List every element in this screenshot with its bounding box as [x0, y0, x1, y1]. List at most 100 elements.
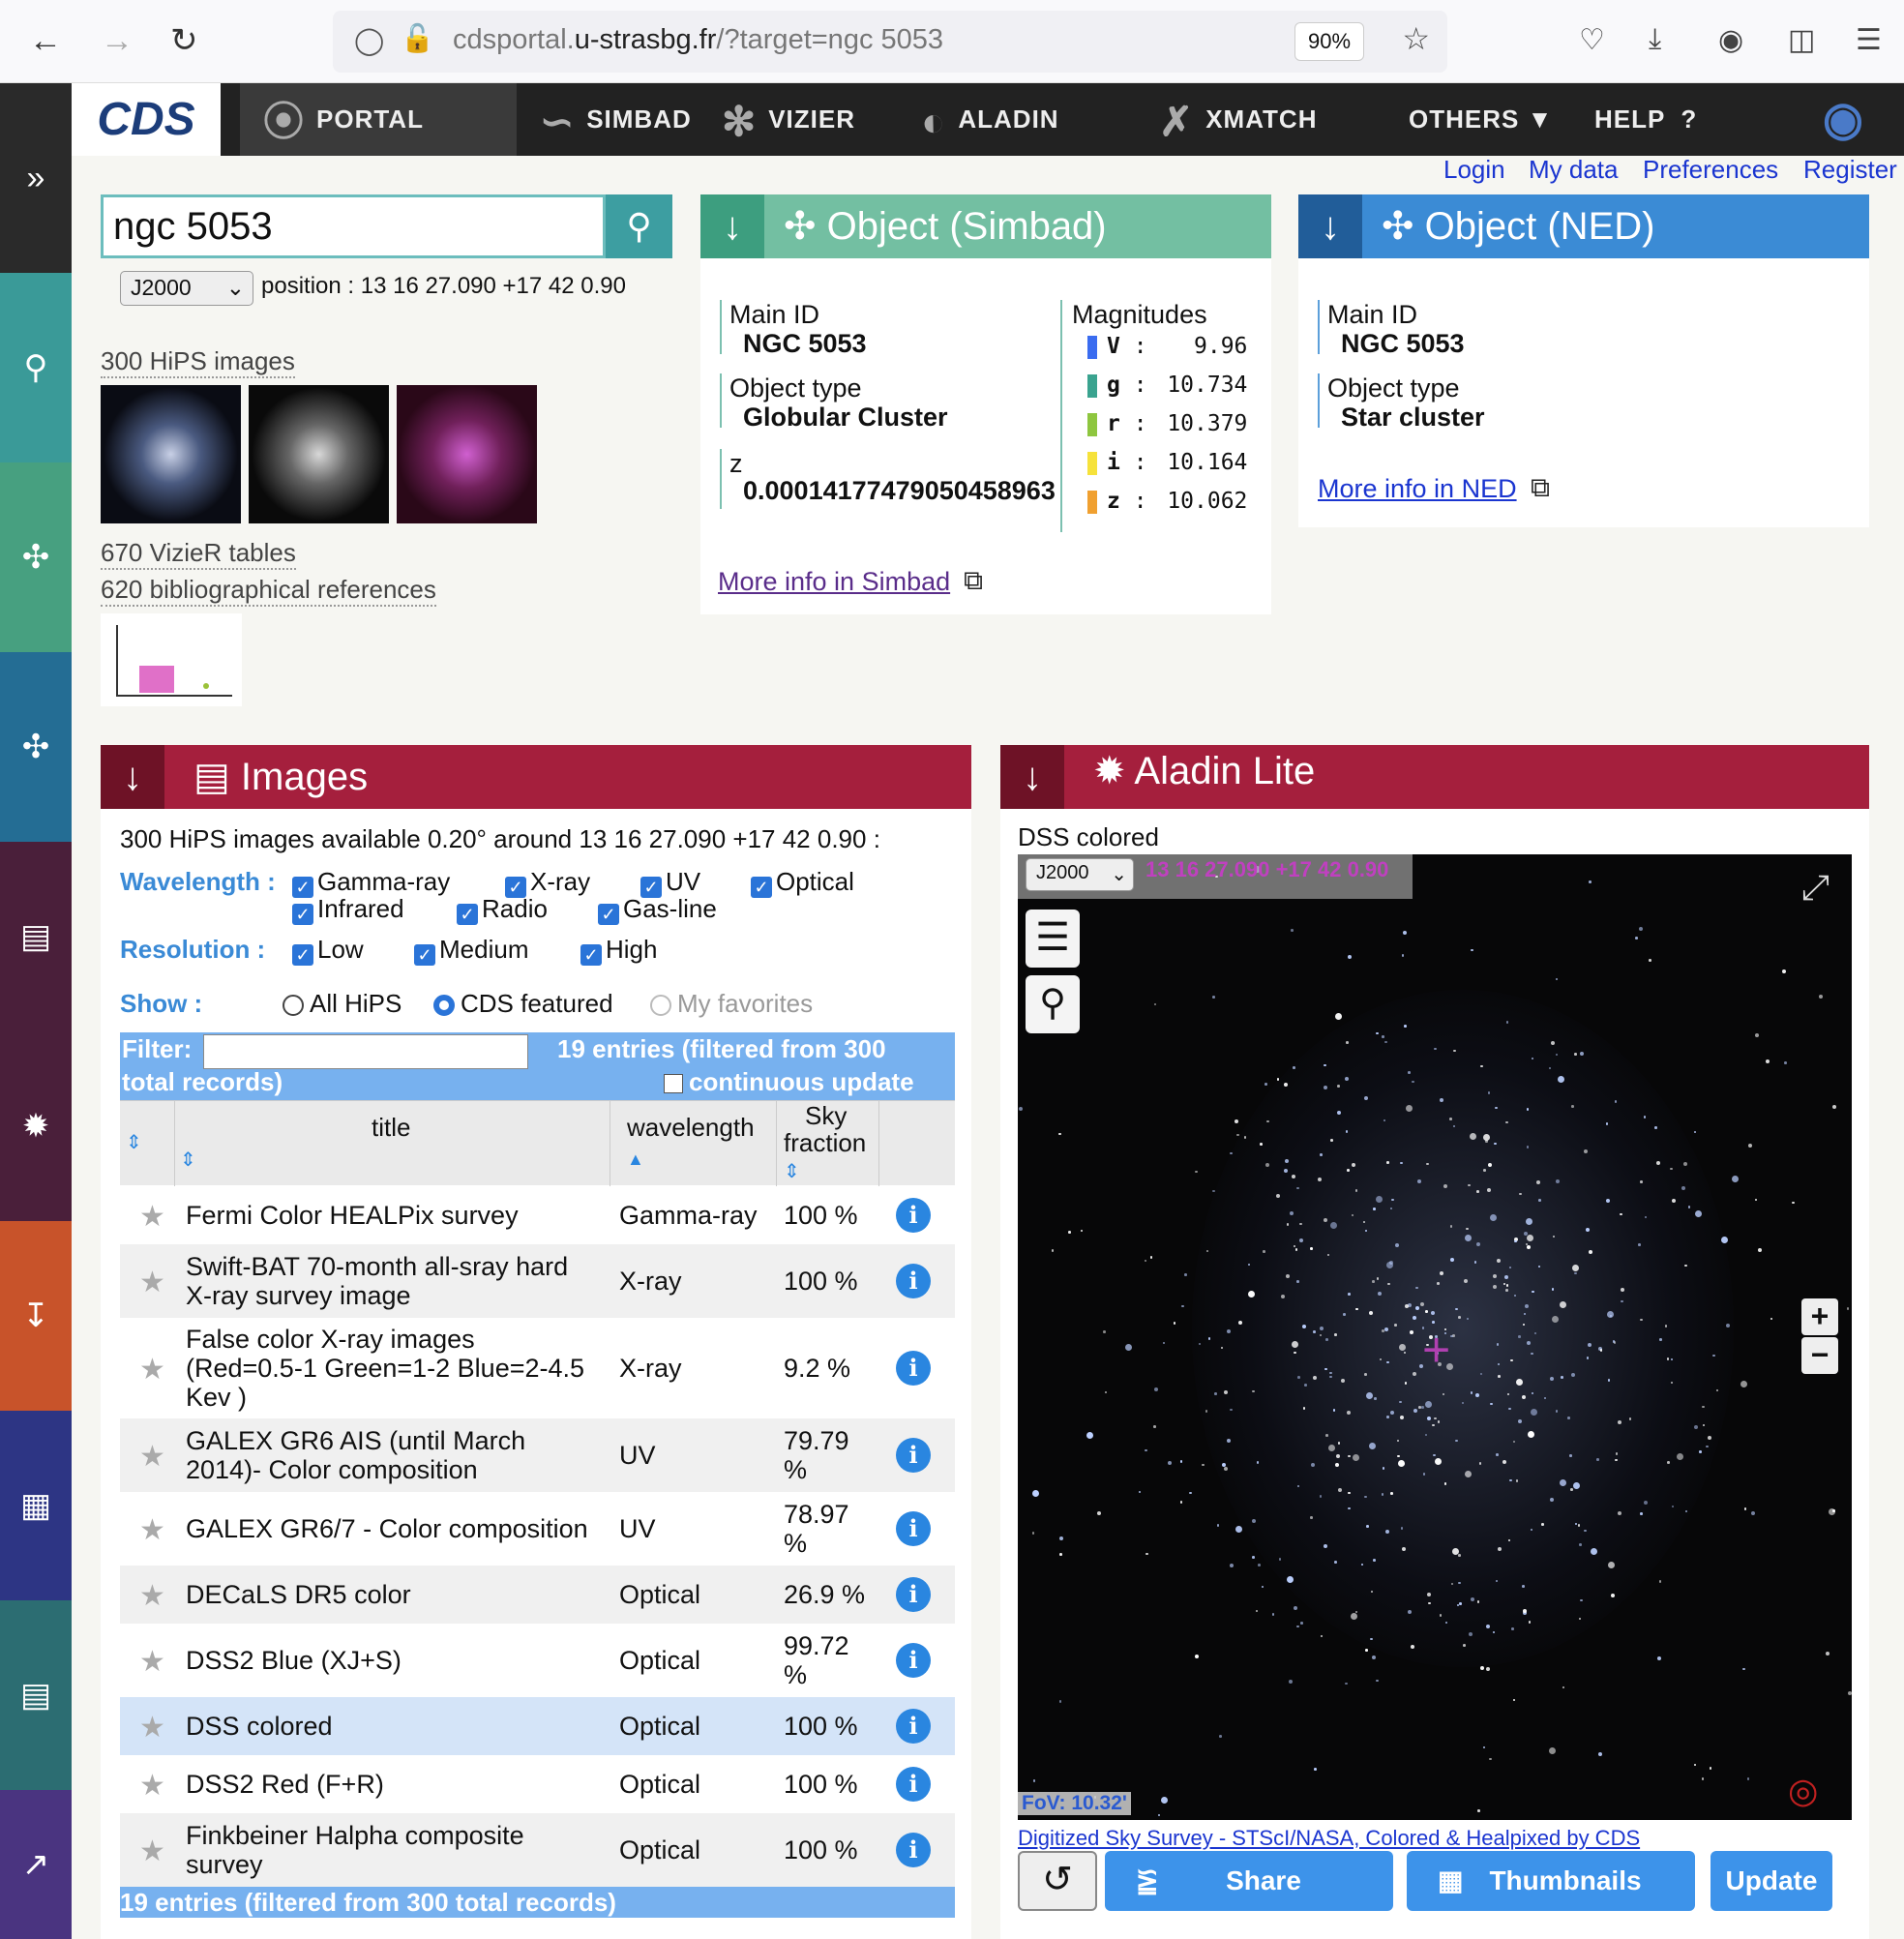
simbad-header[interactable]: ↓ ✣ Object (Simbad): [700, 194, 1271, 258]
continuous-update-checkbox[interactable]: continuous update: [664, 1067, 914, 1097]
ned-header[interactable]: ↓ ✣ Object (NED): [1298, 194, 1869, 258]
biblio-plot-thumbnail[interactable]: [101, 613, 242, 706]
target-search-input[interactable]: ngc 5053: [101, 194, 606, 258]
info-icon[interactable]: i: [896, 1511, 931, 1546]
pocket-icon[interactable]: ♡: [1579, 23, 1605, 57]
col-wavelength[interactable]: wavelength: [627, 1113, 755, 1143]
table-row[interactable]: ★ DSS colored Optical 100 % i: [120, 1697, 955, 1755]
zoom-badge[interactable]: 90%: [1294, 22, 1364, 61]
images-header[interactable]: ↓ ▤ Images: [101, 745, 971, 809]
back-icon[interactable]: ←: [29, 21, 62, 60]
arrow-down-icon[interactable]: ↓: [1298, 194, 1362, 258]
insecure-lock-icon[interactable]: 🔓: [401, 22, 434, 54]
sidebar-simbad-icon[interactable]: ✣: [0, 462, 72, 652]
register-link[interactable]: Register: [1803, 155, 1897, 185]
favorite-star-icon[interactable]: ★: [139, 1513, 165, 1547]
info-icon[interactable]: i: [896, 1264, 931, 1298]
forward-icon[interactable]: →: [101, 21, 134, 60]
sort-icon[interactable]: ⇕: [180, 1148, 196, 1172]
info-icon[interactable]: i: [896, 1833, 931, 1867]
info-icon[interactable]: i: [896, 1767, 931, 1802]
table-row[interactable]: ★ False color X-ray images (Red=0.5-1 Gree…: [120, 1318, 955, 1418]
table-row[interactable]: ★ GALEX GR6/7 - Color composition UV 78.97%…: [120, 1492, 955, 1566]
menu-icon[interactable]: ☰: [1856, 23, 1882, 57]
layers-icon[interactable]: ☰: [1026, 910, 1080, 968]
extensions-icon[interactable]: ◫: [1788, 23, 1815, 57]
nav-aladin[interactable]: ◐ ALADIN: [921, 83, 1059, 156]
table-row[interactable]: ★ DSS2 Blue (XJ+S) Optical 99.72% i: [120, 1624, 955, 1697]
info-icon[interactable]: i: [896, 1577, 931, 1612]
aladin-search-icon[interactable]: ⚲: [1026, 975, 1080, 1033]
hips-count[interactable]: 300 HiPS images: [101, 346, 295, 378]
survey-credit-link[interactable]: Digitized Sky Survey - STScI/NASA, Color…: [1018, 1826, 1640, 1851]
sidebar-book-icon[interactable]: ▤: [0, 1600, 72, 1790]
sidebar-ned-icon[interactable]: ✣: [0, 652, 72, 842]
favorite-star-icon[interactable]: ★: [139, 1266, 165, 1299]
sidebar-images-icon[interactable]: ▤: [0, 842, 72, 1031]
arrow-down-icon[interactable]: ↓: [700, 194, 764, 258]
reload-icon[interactable]: ↻: [170, 21, 198, 60]
biblio-count[interactable]: 620 bibliographical references: [101, 575, 436, 607]
thumbnails-button[interactable]: ▦ Thumbnails: [1407, 1851, 1695, 1911]
aladin-frame-select[interactable]: J2000 ⌄: [1026, 858, 1134, 891]
hips-thumbnail[interactable]: [397, 385, 537, 523]
aladin-header[interactable]: ↓ ✹ Aladin Lite: [1000, 745, 1869, 809]
radio-my-favorites[interactable]: My favorites: [650, 989, 813, 1019]
reset-view-button[interactable]: ↺: [1018, 1851, 1097, 1911]
nav-portal[interactable]: ⦿ PORTAL: [240, 83, 517, 156]
checkbox-high[interactable]: ✓ High: [580, 935, 657, 966]
table-row[interactable]: ★ Fermi Color HEALPix survey Gamma-ray 100 …: [120, 1186, 955, 1244]
sidebar-aladin-icon[interactable]: ✹: [0, 1031, 72, 1221]
sidebar-table-icon[interactable]: ▦: [0, 1411, 72, 1600]
nav-others[interactable]: OTHERS ▼: [1409, 83, 1553, 156]
col-sky[interactable]: Sky: [805, 1101, 847, 1131]
radio-all-hips[interactable]: All HiPS: [283, 989, 402, 1019]
info-icon[interactable]: i: [896, 1351, 931, 1386]
nav-help[interactable]: HELP ?: [1594, 83, 1697, 156]
zoom-in-button[interactable]: +: [1801, 1298, 1838, 1335]
radio-cds-featured[interactable]: CDS featured: [433, 989, 613, 1019]
checkbox-medium[interactable]: ✓ Medium: [414, 935, 528, 966]
favorite-star-icon[interactable]: ★: [139, 1711, 165, 1745]
sidebar-search-icon[interactable]: ⚲: [0, 273, 72, 462]
favorite-star-icon[interactable]: ★: [139, 1579, 165, 1613]
external-link-icon[interactable]: ⧉: [964, 565, 983, 597]
vizier-count[interactable]: 670 VizieR tables: [101, 538, 296, 570]
sidebar-sort-icon[interactable]: ↧: [0, 1221, 72, 1411]
sort-icon[interactable]: ⇕: [784, 1159, 800, 1183]
cds-logo[interactable]: CDS: [72, 83, 221, 156]
sort-up-icon[interactable]: ▲: [627, 1149, 644, 1170]
arrow-down-icon[interactable]: ↓: [101, 745, 164, 809]
portal-galaxy-icon[interactable]: ◉: [1823, 83, 1864, 156]
hips-thumbnail[interactable]: [101, 385, 241, 523]
checkbox-low[interactable]: ✓ Low: [292, 935, 364, 966]
share-button[interactable]: ⪠ Share: [1105, 1851, 1393, 1911]
info-icon[interactable]: i: [896, 1709, 931, 1744]
ned-more-link[interactable]: More info in NED: [1318, 474, 1517, 504]
aladin-logo-icon[interactable]: ◎: [1788, 1771, 1818, 1811]
nav-vizier[interactable]: ✻ VIZIER: [722, 83, 855, 156]
bookmark-star-icon[interactable]: ☆: [1402, 20, 1430, 57]
fullscreen-icon[interactable]: ⤢: [1801, 867, 1830, 909]
expand-sidebar-icon[interactable]: »: [0, 83, 72, 273]
table-row[interactable]: ★ DECaLS DR5 color Optical 26.9 % i: [120, 1566, 955, 1624]
sort-icon[interactable]: ⇕: [126, 1130, 142, 1154]
checkbox-gas-line[interactable]: ✓ Gas-line: [598, 894, 717, 925]
info-icon[interactable]: i: [896, 1643, 931, 1678]
mydata-link[interactable]: My data: [1529, 155, 1619, 185]
table-row[interactable]: ★ Swift-BAT 70-month all-sray hard X-ray s…: [120, 1244, 955, 1318]
hips-thumbnail[interactable]: [249, 385, 389, 523]
arrow-down-icon[interactable]: ↓: [1000, 745, 1064, 809]
favorite-star-icon[interactable]: ★: [139, 1200, 165, 1234]
url-text[interactable]: cdsportal.u-strasbg.fr/?target=ngc 5053: [453, 24, 943, 56]
col-fraction[interactable]: fraction: [784, 1128, 866, 1158]
simbad-more-link[interactable]: More info in Simbad: [718, 567, 950, 597]
favorite-star-icon[interactable]: ★: [139, 1769, 165, 1803]
table-row[interactable]: ★ DSS2 Red (F+R) Optical 100 % i: [120, 1755, 955, 1813]
account-icon[interactable]: ◉: [1718, 23, 1743, 57]
info-icon[interactable]: i: [896, 1198, 931, 1233]
col-title[interactable]: title: [372, 1113, 410, 1143]
frame-select[interactable]: J2000 ⌄: [120, 271, 253, 306]
checkbox-radio[interactable]: ✓ Radio: [457, 894, 548, 925]
checkbox-infrared[interactable]: ✓ Infrared: [292, 894, 404, 925]
